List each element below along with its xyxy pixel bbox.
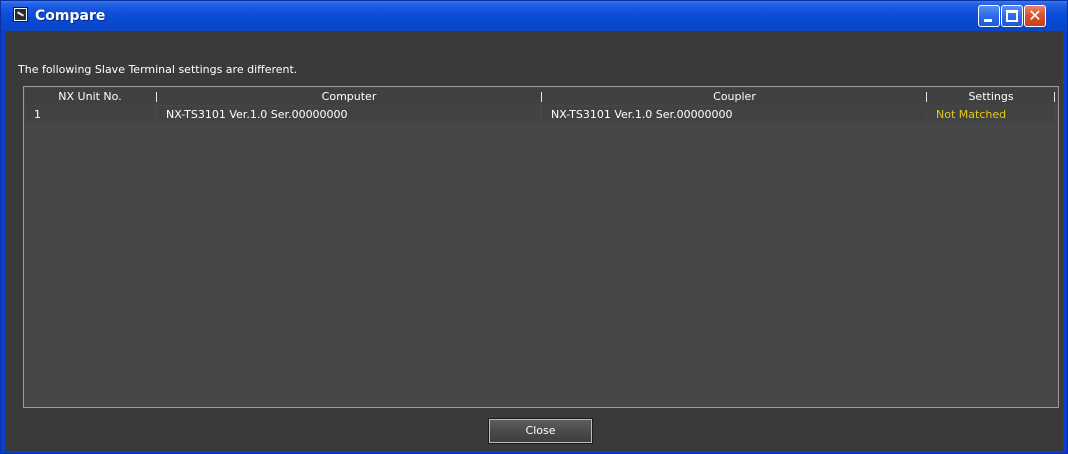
maximize-icon <box>1006 10 1018 22</box>
table-header: NX Unit No. Computer Coupler Settings <box>25 88 1057 105</box>
maximize-button[interactable] <box>1001 5 1023 27</box>
difference-message: The following Slave Terminal settings ar… <box>18 63 298 76</box>
comparison-table[interactable]: NX Unit No. Computer Coupler Settings 1 … <box>23 86 1059 408</box>
cell-unit-no: 1 <box>25 106 155 123</box>
app-icon <box>13 7 28 22</box>
column-header-computer[interactable]: Computer <box>157 88 541 105</box>
table-row[interactable]: 1 NX-TS3101 Ver.1.0 Ser.00000000 NX-TS31… <box>25 106 1057 124</box>
cell-computer: NX-TS3101 Ver.1.0 Ser.00000000 <box>157 106 540 123</box>
cell-settings-status: Not Matched <box>927 106 1054 123</box>
column-header-settings[interactable]: Settings <box>927 88 1055 105</box>
minimize-icon <box>984 19 992 22</box>
column-header-coupler[interactable]: Coupler <box>542 88 927 105</box>
column-divider[interactable] <box>1054 92 1055 102</box>
window-title: Compare <box>35 8 106 24</box>
cell-coupler: NX-TS3101 Ver.1.0 Ser.00000000 <box>542 106 926 123</box>
column-header-nx-unit-no[interactable]: NX Unit No. <box>25 88 155 105</box>
title-bar[interactable]: Compare ✕ <box>1 1 1067 31</box>
close-button[interactable]: Close <box>488 418 593 444</box>
minimize-button[interactable] <box>978 5 1000 27</box>
close-icon: ✕ <box>1028 6 1042 25</box>
window-close-button[interactable]: ✕ <box>1024 5 1046 27</box>
